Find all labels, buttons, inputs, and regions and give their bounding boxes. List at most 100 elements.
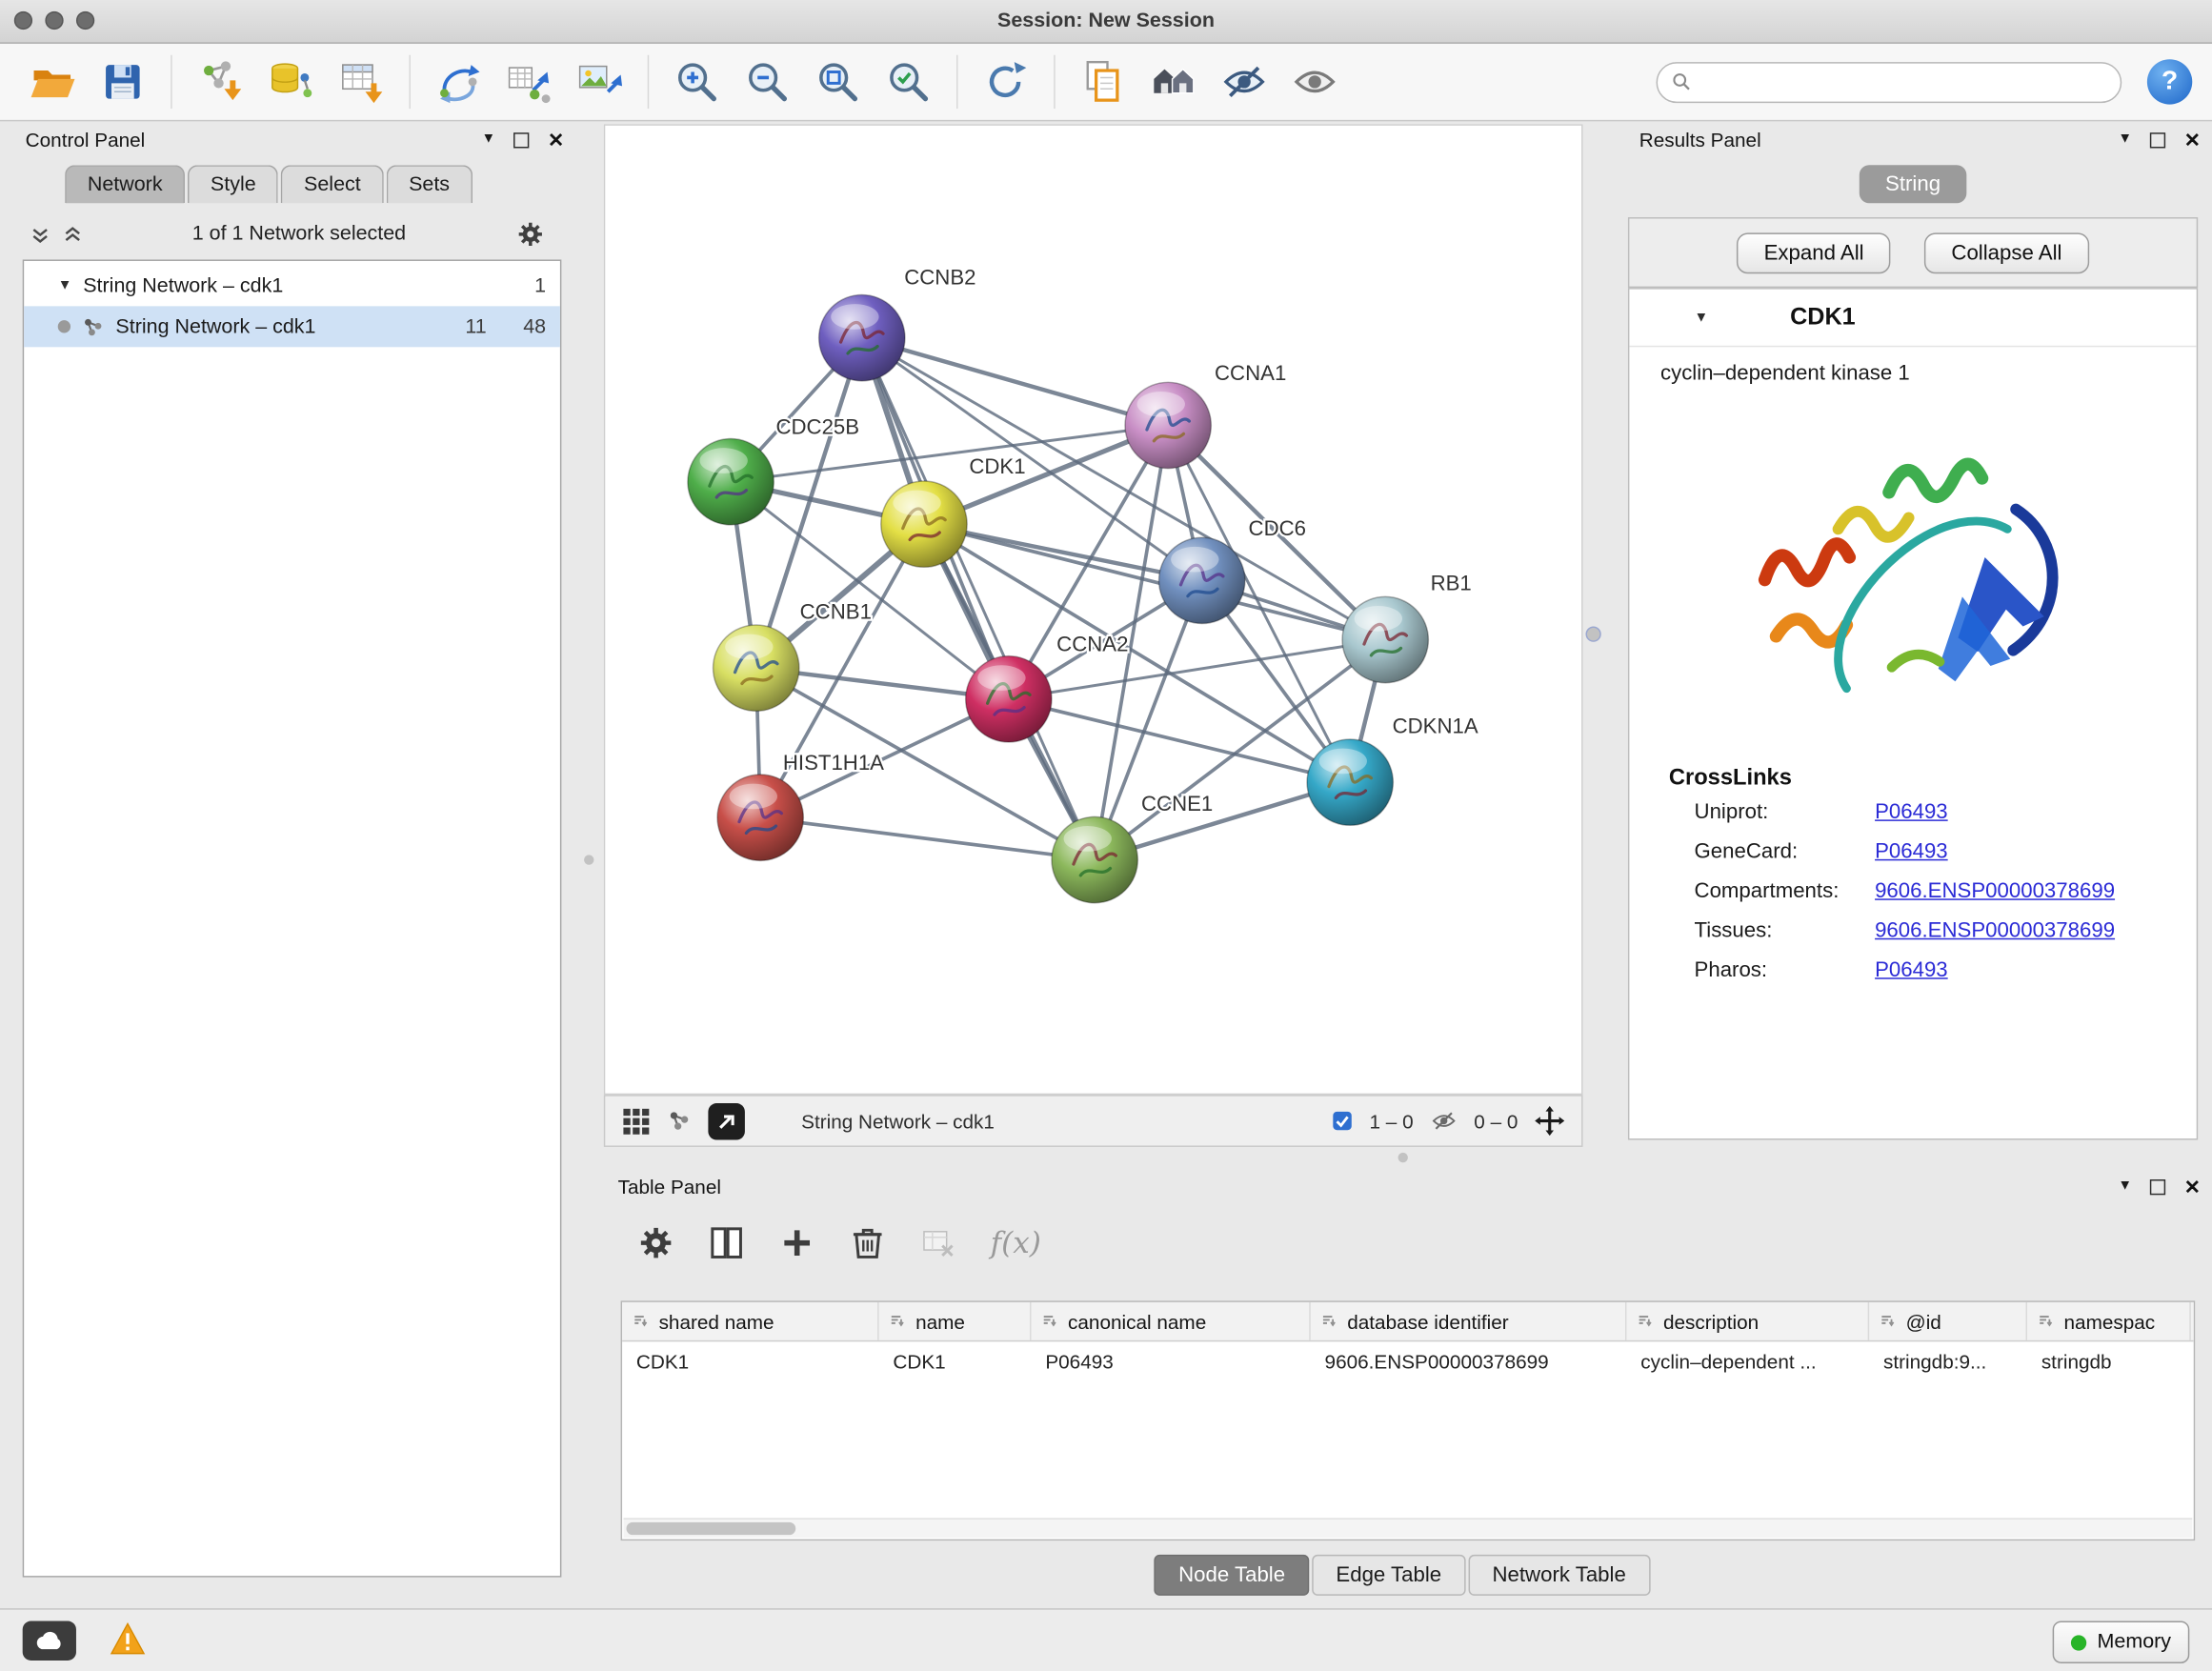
bottom-splitter-handle[interactable] — [1398, 1153, 1408, 1162]
network-options-gear-icon[interactable] — [516, 220, 545, 249]
network-node-CDKN1A[interactable]: CDKN1A — [1307, 714, 1478, 825]
search-icon — [1672, 72, 1692, 92]
save-session-button[interactable] — [90, 50, 155, 112]
network-collection-row[interactable]: ▼ String Network – cdk1 1 — [24, 265, 560, 306]
panel-close-icon[interactable]: ✕ — [548, 130, 564, 150]
collection-expand-icon[interactable]: ▼ — [58, 278, 72, 293]
crosslink-link[interactable]: P06493 — [1875, 839, 1948, 863]
network-image-button[interactable] — [567, 50, 632, 112]
column-header-canonical-name[interactable]: canonical name — [1032, 1302, 1311, 1340]
network-node-CDK1[interactable]: CDK1 — [881, 454, 1026, 567]
delete-column-trash-icon[interactable] — [849, 1224, 886, 1261]
open-session-button[interactable] — [20, 50, 85, 112]
gene-section-header[interactable]: ▼ CDK1 — [1629, 290, 2196, 348]
status-bar: Memory — [0, 1608, 2212, 1671]
network-edge-CCNB2-CCNE1[interactable] — [862, 338, 1095, 860]
close-button[interactable] — [14, 11, 32, 30]
left-splitter-handle[interactable] — [584, 855, 593, 864]
table-options-gear-icon[interactable] — [637, 1224, 674, 1261]
zoom-out-button[interactable] — [735, 50, 800, 112]
section-expand-icon[interactable]: ▼ — [1695, 310, 1709, 325]
network-node-CCNE1[interactable]: CCNE1 — [1052, 792, 1213, 903]
collapse-all-icon[interactable] — [64, 225, 82, 243]
panel-collapse-icon[interactable]: ▼ — [2118, 1179, 2132, 1194]
results-actions: Expand All Collapse All — [1628, 217, 2198, 288]
new-network-button[interactable] — [426, 50, 491, 112]
add-column-icon[interactable] — [778, 1224, 815, 1261]
column-header-database-identifier[interactable]: database identifier — [1311, 1302, 1627, 1340]
function-builder-icon-disabled: f(x) — [991, 1226, 1041, 1260]
grid-view-icon[interactable] — [622, 1107, 651, 1136]
column-header-namespac[interactable]: namespac — [2027, 1302, 2191, 1340]
refresh-button[interactable] — [974, 50, 1038, 112]
zoom-fit-button[interactable] — [806, 50, 871, 112]
hidden-eye-icon[interactable] — [1430, 1107, 1457, 1134]
network-node-CCNA1[interactable]: CCNA1 — [1125, 361, 1286, 469]
home-layout-button[interactable] — [1141, 50, 1206, 112]
toolbar-separator — [956, 55, 957, 109]
help-button[interactable]: ? — [2147, 59, 2192, 104]
import-network-database-button[interactable] — [258, 50, 323, 112]
expand-all-icon[interactable] — [31, 225, 50, 243]
expand-all-button[interactable]: Expand All — [1737, 232, 1890, 273]
column-header-description[interactable]: description — [1626, 1302, 1869, 1340]
tab-network-table[interactable]: Network Table — [1468, 1555, 1650, 1596]
export-view-button[interactable] — [708, 1102, 745, 1139]
cloud-button[interactable] — [23, 1621, 76, 1661]
search-input[interactable] — [1701, 70, 2106, 95]
network-edge-CCNB2-CCNA1[interactable] — [862, 338, 1168, 426]
warning-button[interactable] — [111, 1622, 146, 1655]
panel-close-icon[interactable]: ✕ — [2184, 130, 2201, 150]
tab-sets[interactable]: Sets — [386, 165, 472, 203]
import-network-file-button[interactable] — [188, 50, 252, 112]
network-node-HIST1H1A[interactable]: HIST1H1A — [717, 751, 884, 861]
table-row[interactable]: CDK1CDK1P064939606.ENSP00000378699cyclin… — [622, 1341, 2194, 1379]
gene-name: CDK1 — [1790, 303, 1856, 332]
panel-close-icon[interactable]: ✕ — [2184, 1177, 2201, 1197]
column-header-shared-name[interactable]: shared name — [622, 1302, 879, 1340]
network-row[interactable]: String Network – cdk1 11 48 — [24, 306, 560, 347]
panel-collapse-icon[interactable]: ▼ — [2118, 132, 2132, 147]
crosslink-link[interactable]: P06493 — [1875, 800, 1948, 824]
crosslink-link[interactable]: 9606.ENSP00000378699 — [1875, 918, 2115, 942]
zoom-in-button[interactable] — [664, 50, 729, 112]
panel-float-icon[interactable] — [2150, 131, 2165, 147]
tab-network[interactable]: Network — [65, 165, 185, 203]
clone-network-button[interactable] — [1071, 50, 1136, 112]
import-table-button[interactable] — [329, 50, 393, 112]
horizontal-scrollbar[interactable] — [624, 1518, 2193, 1538]
tab-edge-table[interactable]: Edge Table — [1312, 1555, 1465, 1596]
scrollbar-thumb[interactable] — [627, 1522, 796, 1535]
network-edge-CCNE1-HIST1H1A[interactable] — [760, 817, 1095, 859]
tab-select[interactable]: Select — [281, 165, 383, 203]
network-node-RB1[interactable]: RB1 — [1342, 572, 1472, 683]
zoom-selected-button[interactable] — [876, 50, 941, 112]
network-canvas[interactable]: CCNB2CCNA1CDC25BCDK1CDC6RB1CCNB1CCNA2CDK… — [605, 126, 1581, 1094]
right-splitter-handle[interactable] — [1585, 627, 1600, 642]
show-columns-icon[interactable] — [708, 1224, 745, 1261]
network-share-icon[interactable] — [667, 1109, 691, 1133]
memory-button[interactable]: Memory — [2052, 1621, 2189, 1663]
show-all-button[interactable] — [1282, 50, 1347, 112]
collapse-all-button[interactable]: Collapse All — [1924, 232, 2088, 273]
toolbar-separator — [409, 55, 410, 109]
hide-selected-button[interactable] — [1212, 50, 1277, 112]
tab-string[interactable]: String — [1860, 165, 1965, 203]
search-field[interactable] — [1657, 61, 2122, 102]
crosslink-link[interactable]: 9606.ENSP00000378699 — [1875, 879, 2115, 903]
minimize-button[interactable] — [45, 11, 63, 30]
tab-style[interactable]: Style — [188, 165, 278, 203]
column-header-name[interactable]: name — [879, 1302, 1032, 1340]
column-header--id[interactable]: @id — [1869, 1302, 2027, 1340]
selected-checkbox-icon[interactable] — [1332, 1110, 1353, 1131]
network-node-CCNB1[interactable]: CCNB1 — [714, 599, 872, 711]
crosslink-link[interactable]: P06493 — [1875, 958, 1948, 982]
zoom-button[interactable] — [76, 11, 94, 30]
network-from-table-button[interactable] — [496, 50, 561, 112]
panel-float-icon[interactable] — [513, 131, 529, 147]
pan-crosshair-icon[interactable] — [1535, 1106, 1564, 1136]
panel-float-icon[interactable] — [2150, 1178, 2165, 1194]
network-edge-CDK1-RB1[interactable] — [924, 524, 1385, 639]
panel-collapse-icon[interactable]: ▼ — [482, 132, 496, 147]
tab-node-table[interactable]: Node Table — [1155, 1555, 1309, 1596]
